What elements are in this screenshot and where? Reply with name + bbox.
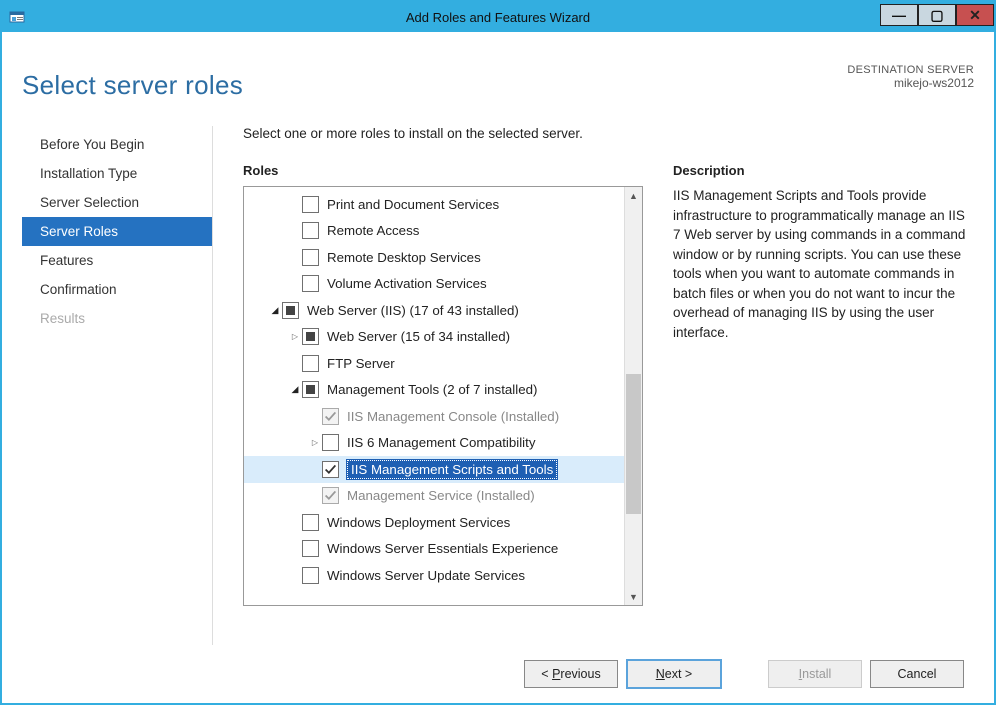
header-row: Select server roles DESTINATION SERVER m… xyxy=(22,70,974,101)
scroll-thumb[interactable] xyxy=(626,374,641,514)
checkbox xyxy=(322,408,339,425)
scroll-track[interactable] xyxy=(625,204,642,588)
tree-item[interactable]: Volume Activation Services xyxy=(244,271,624,298)
window-title: Add Roles and Features Wizard xyxy=(2,10,994,25)
tree-item[interactable]: Remote Desktop Services xyxy=(244,244,624,271)
page-title: Select server roles xyxy=(22,70,243,101)
checkbox[interactable] xyxy=(302,355,319,372)
cancel-button[interactable]: Cancel xyxy=(870,660,964,688)
tree-item-label: Windows Server Update Services xyxy=(327,568,525,583)
body-row: Before You BeginInstallation TypeServer … xyxy=(22,126,974,645)
expander-icon[interactable]: ▷ xyxy=(288,332,302,341)
expander-icon[interactable]: ◢ xyxy=(268,305,282,316)
window-controls: — ▢ ✕ xyxy=(880,2,994,32)
checkbox[interactable] xyxy=(282,302,299,319)
tree-item[interactable]: Print and Document Services xyxy=(244,191,624,218)
window-body: Select server roles DESTINATION SERVER m… xyxy=(2,32,994,703)
tree-item-label: Management Tools (2 of 7 installed) xyxy=(327,382,537,397)
maximize-button[interactable]: ▢ xyxy=(918,4,956,26)
scrollbar[interactable]: ▲ ▼ xyxy=(624,187,642,605)
tree-item[interactable]: ◢ Management Tools (2 of 7 installed) xyxy=(244,377,624,404)
description-title: Description xyxy=(673,163,974,178)
tree-item[interactable]: ▷ Web Server (15 of 34 installed) xyxy=(244,324,624,351)
roles-title: Roles xyxy=(243,163,643,178)
checkbox[interactable] xyxy=(302,196,319,213)
description-column: Description IIS Management Scripts and T… xyxy=(673,163,974,645)
main-content: Select one or more roles to install on t… xyxy=(213,126,974,645)
tree-item-label: Web Server (IIS) (17 of 43 installed) xyxy=(307,303,519,318)
checkbox[interactable] xyxy=(302,567,319,584)
install-button: Install xyxy=(768,660,862,688)
roles-tree[interactable]: Print and Document Services Remote Access… xyxy=(244,187,624,605)
expander-icon[interactable]: ▷ xyxy=(308,438,322,447)
tree-item[interactable]: Windows Server Update Services xyxy=(244,562,624,589)
tree-item[interactable]: IIS Management Scripts and Tools xyxy=(244,456,624,483)
tree-item-label: IIS Management Scripts and Tools xyxy=(347,460,557,479)
tree-item-label: Remote Desktop Services xyxy=(327,250,481,265)
checkbox[interactable] xyxy=(302,249,319,266)
tree-item[interactable]: ◢ Web Server (IIS) (17 of 43 installed) xyxy=(244,297,624,324)
previous-button[interactable]: < Previous xyxy=(524,660,618,688)
checkbox xyxy=(322,487,339,504)
next-button[interactable]: Next > xyxy=(626,659,722,689)
tree-item-label: Web Server (15 of 34 installed) xyxy=(327,329,510,344)
expander-icon[interactable]: ◢ xyxy=(288,384,302,395)
nav-item-server-roles[interactable]: Server Roles xyxy=(22,217,212,246)
tree-item-label: IIS 6 Management Compatibility xyxy=(347,435,535,450)
checkbox[interactable] xyxy=(302,514,319,531)
wizard-icon xyxy=(8,8,26,26)
nav-item-server-selection[interactable]: Server Selection xyxy=(22,188,212,217)
checkbox[interactable] xyxy=(322,461,339,478)
wizard-nav: Before You BeginInstallation TypeServer … xyxy=(22,126,213,645)
tree-item[interactable]: Windows Server Essentials Experience xyxy=(244,536,624,563)
nav-item-features[interactable]: Features xyxy=(22,246,212,275)
checkbox[interactable] xyxy=(302,275,319,292)
tree-item[interactable]: Remote Access xyxy=(244,218,624,245)
tree-item[interactable]: ▷ IIS 6 Management Compatibility xyxy=(244,430,624,457)
tree-item: IIS Management Console (Installed) xyxy=(244,403,624,430)
footer: < Previous Next > Install Cancel xyxy=(14,645,982,703)
close-button[interactable]: ✕ xyxy=(956,4,994,26)
instruction-text: Select one or more roles to install on t… xyxy=(243,126,974,141)
description-text: IIS Management Scripts and Tools provide… xyxy=(673,186,974,343)
tree-item[interactable]: FTP Server xyxy=(244,350,624,377)
nav-item-confirmation[interactable]: Confirmation xyxy=(22,275,212,304)
checkbox[interactable] xyxy=(302,381,319,398)
tree-item: Management Service (Installed) xyxy=(244,483,624,510)
checkbox[interactable] xyxy=(302,222,319,239)
checkbox[interactable] xyxy=(302,328,319,345)
tree-item[interactable]: Windows Deployment Services xyxy=(244,509,624,536)
destination-server-info: DESTINATION SERVER mikejo-ws2012 xyxy=(847,64,974,90)
tree-item-label: Windows Deployment Services xyxy=(327,515,510,530)
destination-server-label: DESTINATION SERVER xyxy=(847,64,974,76)
columns: Roles Print and Document Services Remote … xyxy=(243,163,974,645)
scroll-down-button[interactable]: ▼ xyxy=(625,588,642,605)
wizard-window: Add Roles and Features Wizard — ▢ ✕ Sele… xyxy=(0,0,996,705)
scroll-up-button[interactable]: ▲ xyxy=(625,187,642,204)
nav-item-installation-type[interactable]: Installation Type xyxy=(22,159,212,188)
tree-item-label: Remote Access xyxy=(327,223,419,238)
tree-item-label: Management Service (Installed) xyxy=(347,488,535,503)
destination-server-name: mikejo-ws2012 xyxy=(847,76,974,90)
minimize-button[interactable]: — xyxy=(880,4,918,26)
tree-item-label: Windows Server Essentials Experience xyxy=(327,541,558,556)
roles-tree-container: Print and Document Services Remote Access… xyxy=(243,186,643,606)
nav-item-before-you-begin[interactable]: Before You Begin xyxy=(22,130,212,159)
tree-item-label: Volume Activation Services xyxy=(327,276,487,291)
checkbox[interactable] xyxy=(302,540,319,557)
roles-column: Roles Print and Document Services Remote … xyxy=(243,163,643,645)
tree-item-label: FTP Server xyxy=(327,356,395,371)
checkbox[interactable] xyxy=(322,434,339,451)
tree-item-label: Print and Document Services xyxy=(327,197,499,212)
titlebar[interactable]: Add Roles and Features Wizard — ▢ ✕ xyxy=(2,2,994,32)
tree-item-label: IIS Management Console (Installed) xyxy=(347,409,559,424)
nav-item-results: Results xyxy=(22,304,212,333)
